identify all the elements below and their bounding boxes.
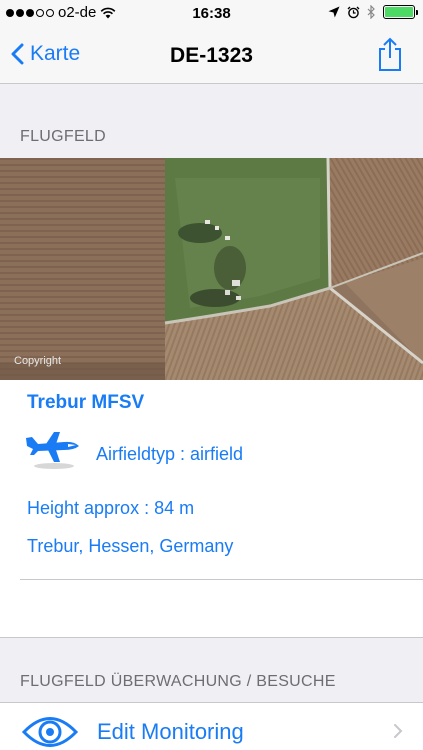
- airfield-height: Height approx : 84 m: [27, 498, 195, 518]
- divider: [20, 579, 423, 580]
- eye-icon: [21, 711, 79, 750]
- airfield-location: Trebur, Hessen, Germany: [27, 536, 234, 556]
- page-title: DE-1323: [170, 44, 253, 67]
- status-icons: [328, 5, 418, 19]
- share-icon: [379, 37, 401, 71]
- airfield-name: Trebur MFSV: [27, 392, 145, 413]
- edit-monitoring-row[interactable]: Edit Monitoring: [0, 702, 423, 750]
- section-header-monitoring: FLUGFELD ÜBERWACHUNG / BESUCHE: [20, 673, 336, 690]
- location-arrow-icon: [328, 6, 340, 18]
- edit-monitoring-label: Edit Monitoring: [97, 719, 244, 744]
- airfield-type: Airfieldtyp : airfield: [96, 444, 244, 464]
- airfield-info-card: Trebur MFSV Airfieldtyp : airfield Heigh…: [0, 380, 423, 638]
- satellite-image: [0, 158, 423, 380]
- bluetooth-icon: [367, 5, 375, 19]
- status-bar: o2-de 16:38: [0, 0, 423, 28]
- map-copyright[interactable]: Copyright: [14, 355, 61, 367]
- chevron-right-icon: [393, 723, 403, 744]
- battery-fill: [385, 7, 413, 17]
- airplane-icon: [24, 428, 84, 477]
- section-header-airfield: FLUGFELD: [20, 128, 106, 145]
- satellite-map[interactable]: Copyright: [0, 158, 423, 380]
- battery-icon: [383, 5, 418, 19]
- alarm-icon: [347, 6, 360, 18]
- share-button[interactable]: [377, 36, 403, 77]
- navigation-bar: Karte DE-1323: [0, 28, 423, 84]
